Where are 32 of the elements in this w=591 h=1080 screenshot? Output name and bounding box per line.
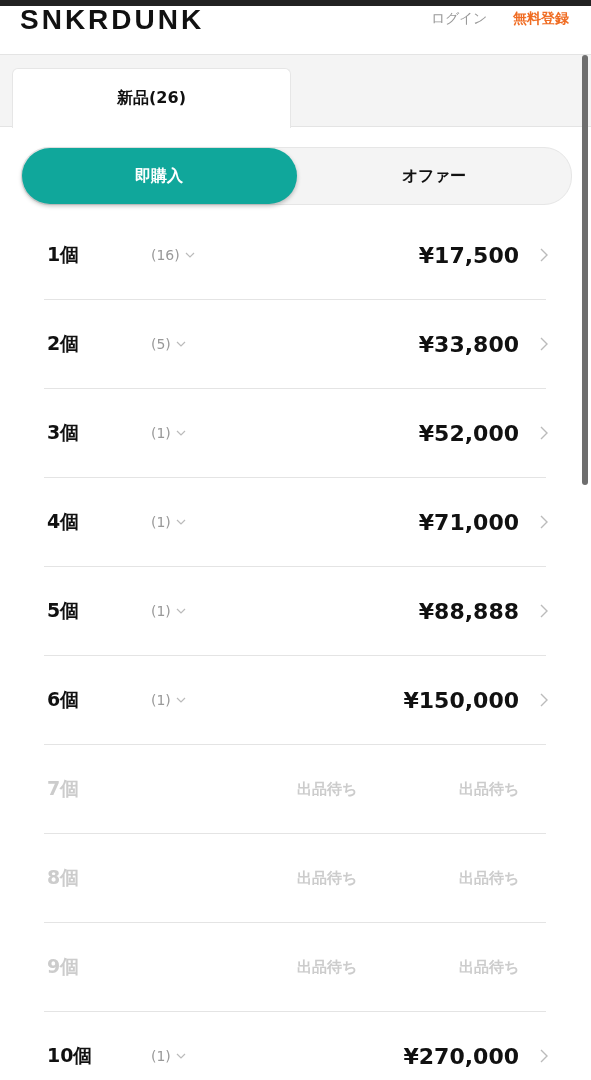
chevron-right-icon[interactable] [540, 1049, 548, 1063]
chevron-down-icon [175, 1053, 186, 1059]
price[interactable]: ¥71,000 [418, 509, 519, 535]
chevron-down-icon [175, 608, 186, 614]
quantity-label: 4個 [46, 509, 81, 534]
price[interactable]: ¥270,000 [403, 1043, 519, 1069]
segment-button[interactable]: オファー [296, 148, 571, 204]
quantity-label: 10個 [46, 1043, 94, 1068]
chevron-down-icon [175, 697, 186, 703]
chevron-right-icon[interactable] [540, 604, 548, 618]
chevron-down-icon [175, 430, 186, 436]
quantity-label: 1個 [46, 242, 81, 267]
logo[interactable]: SNKRDUNK [20, 6, 205, 34]
chevron-right-icon[interactable] [540, 337, 548, 351]
price[interactable]: ¥88,888 [418, 598, 519, 624]
chevron-right-icon[interactable] [540, 515, 548, 529]
quantity-label: 3個 [46, 420, 81, 445]
scrollbar[interactable] [582, 55, 588, 485]
chevron-right-icon[interactable] [540, 426, 548, 440]
quantity-label: 5個 [46, 598, 81, 623]
tab[interactable]: 新品(26) [12, 68, 291, 128]
price[interactable]: ¥17,500 [418, 242, 519, 268]
chevron-right-icon[interactable] [540, 693, 548, 707]
chevron-down-icon [175, 341, 186, 347]
quantity-label: 2個 [46, 331, 81, 356]
price[interactable]: ¥150,000 [403, 687, 519, 713]
chevron-down-icon [175, 519, 186, 525]
price[interactable]: ¥52,000 [418, 420, 519, 446]
chevron-right-icon[interactable] [540, 248, 548, 262]
chevron-down-icon [184, 252, 195, 258]
quantity-label: 6個 [46, 687, 81, 712]
price[interactable]: ¥33,800 [418, 331, 519, 357]
